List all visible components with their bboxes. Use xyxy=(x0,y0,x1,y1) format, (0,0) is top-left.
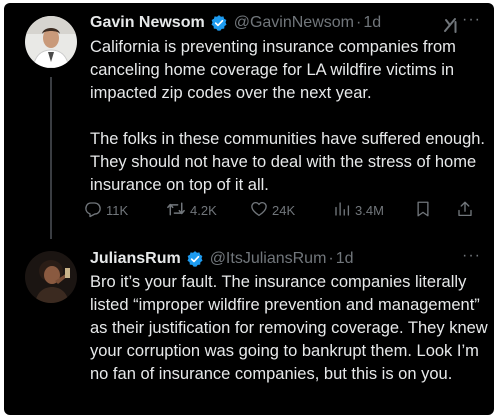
author-handle[interactable]: @GavinNewsom xyxy=(234,14,354,32)
tweet-header: Gavin Newsom @GavinNewsom · 1d xyxy=(90,13,381,33)
verified-badge-icon xyxy=(186,250,204,268)
share-icon xyxy=(456,200,478,221)
bookmark-icon xyxy=(414,200,436,221)
thread-connector-line xyxy=(50,77,52,239)
repost-button[interactable]: 4.2K xyxy=(166,200,217,221)
share-button[interactable] xyxy=(456,200,478,221)
avatar[interactable] xyxy=(25,16,77,68)
views-count: 3.4M xyxy=(355,203,384,218)
separator-dot: · xyxy=(328,250,334,267)
timestamp[interactable]: 1d xyxy=(363,14,381,32)
views-button[interactable]: 3.4M xyxy=(333,200,384,221)
more-icon[interactable]: ··· xyxy=(462,247,481,265)
reply-button[interactable]: 11K xyxy=(84,200,128,221)
author-name[interactable]: JuliansRum xyxy=(90,250,181,268)
repost-count: 4.2K xyxy=(190,203,217,218)
timeline-frame: Gavin Newsom @GavinNewsom · 1d ··· Calif… xyxy=(4,3,494,415)
tweet-text: California is preventing insurance compa… xyxy=(90,38,486,194)
author-handle[interactable]: @ItsJuliansRum xyxy=(210,250,327,268)
repost-icon xyxy=(166,200,190,221)
bookmark-button[interactable] xyxy=(414,200,436,221)
separator-dot: · xyxy=(355,14,362,31)
reply-count: 11K xyxy=(106,203,129,218)
tweet-header: JuliansRum @ItsJuliansRum · 1d xyxy=(90,249,354,269)
tweet-text: Bro it’s your fault. The insurance compa… xyxy=(90,273,488,383)
verified-badge-icon xyxy=(210,14,228,32)
timestamp[interactable]: 1d xyxy=(336,250,354,268)
tweet-action-bar: 11K 4.2K 24K 3.4M xyxy=(84,200,484,222)
avatar[interactable] xyxy=(25,251,77,303)
like-count: 24K xyxy=(272,203,296,218)
like-button[interactable]: 24K xyxy=(250,200,295,221)
author-name[interactable]: Gavin Newsom xyxy=(90,14,205,32)
reply-icon xyxy=(84,200,106,221)
views-icon xyxy=(333,200,355,221)
more-icon[interactable]: ··· xyxy=(462,11,481,29)
like-icon xyxy=(250,200,272,221)
